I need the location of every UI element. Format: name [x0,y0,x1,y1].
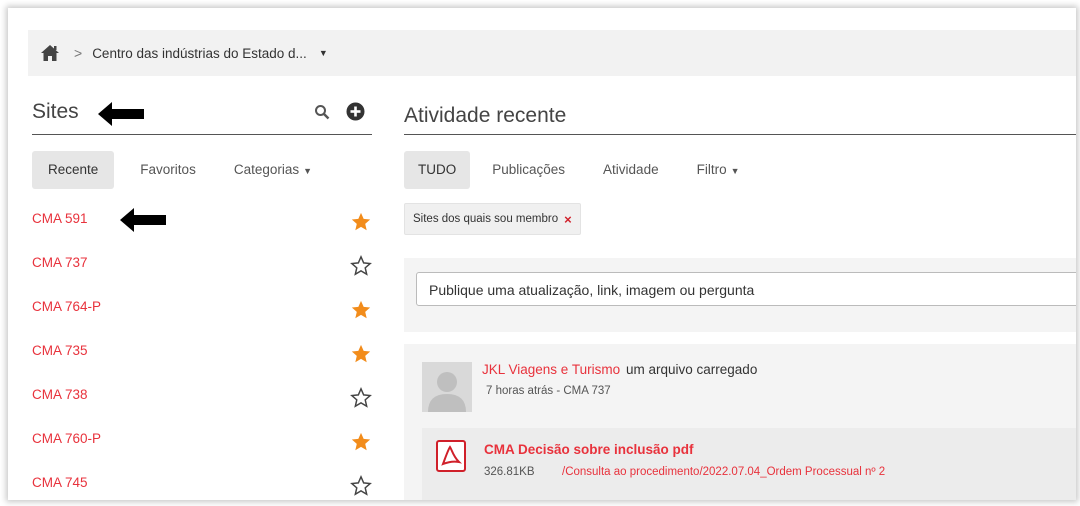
star-outline-icon[interactable] [350,255,372,277]
site-name-link[interactable]: CMA 738 [32,387,88,402]
actor-link[interactable]: JKL Viagens e Turismo [482,362,620,377]
close-icon[interactable]: × [564,212,572,227]
activity-panel: Atividade recente TUDO Publicações Ativi… [404,96,1076,500]
arrow-left-icon [98,102,144,126]
star-filled-icon[interactable] [350,343,372,365]
arrow-left-icon [120,208,166,232]
activity-header: Atividade recente [404,96,1076,135]
tab-recente[interactable]: Recente [32,151,115,189]
site-name-link[interactable]: CMA 737 [32,255,88,270]
site-name-link[interactable]: CMA 760-P [32,431,101,446]
tab-atividade[interactable]: Atividade [587,151,675,189]
star-outline-icon[interactable] [350,387,372,409]
star-filled-icon[interactable] [350,211,372,233]
breadcrumb-separator: > [74,45,83,61]
tab-tudo[interactable]: TUDO [404,151,471,189]
activity-tabs: TUDO Publicações Atividade Filtro ▼ [404,151,1076,189]
sites-panel: Sites Recente Favoritos Categorias ▼ CMA … [32,96,372,500]
filter-chip-label: Sites dos quais sou membro [413,213,559,225]
site-name-link[interactable]: CMA 764-P [32,299,101,314]
user-icon [428,372,466,412]
home-icon[interactable] [40,44,60,62]
breadcrumb: > Centro das indústrias do Estado d... ▼ [28,30,1076,76]
activity-feed-item: JKL Viagens e Turismo um arquivo carrega… [404,344,1076,500]
star-filled-icon[interactable] [350,431,372,453]
post-input[interactable]: Publique uma atualização, link, imagem o… [416,272,1076,306]
tab-filtro[interactable]: Filtro ▼ [681,151,756,189]
site-list: CMA 591 CMA 737 CMA 764-P CMA 735 CMA 738 CMA… [32,203,372,500]
site-list-item[interactable]: CMA 738 [32,379,372,423]
tab-publicacoes[interactable]: Publicações [476,151,581,189]
filter-chip[interactable]: Sites dos quais sou membro × [404,203,581,235]
site-list-item[interactable]: CMA 764-P [32,291,372,335]
meta-text: 7 horas atrás - CMA 737 [486,385,611,397]
file-size: 326.81KB [484,466,535,478]
site-list-item[interactable]: CMA 735 [32,335,372,379]
breadcrumb-site[interactable]: Centro das indústrias do Estado d... [92,46,307,61]
site-name-link[interactable]: CMA 745 [32,475,88,490]
tab-label: Categorias [233,162,300,177]
post-box: Publique uma atualização, link, imagem o… [404,258,1076,332]
star-outline-icon[interactable] [350,475,372,497]
site-list-item[interactable]: CMA 591 [32,203,372,247]
tab-label: Recente [48,162,99,177]
add-site-icon[interactable] [346,102,365,121]
site-list-item[interactable]: CMA 737 [32,247,372,291]
sites-title: Sites [32,100,79,123]
star-filled-icon[interactable] [350,299,372,321]
chevron-down-icon[interactable]: ▼ [319,48,328,58]
app-window: > Centro das indústrias do Estado d... ▼… [8,8,1076,500]
tab-label: Filtro [696,162,727,177]
tab-favoritos[interactable]: Favoritos [124,151,212,189]
avatar [422,362,472,412]
file-card[interactable]: CMA Decisão sobre inclusão pdf 326.81KB … [422,428,1076,500]
file-path[interactable]: /Consulta ao procedimento/2022.07.04_Ord… [562,466,885,478]
site-name-link[interactable]: CMA 591 [32,211,88,226]
file-title[interactable]: CMA Decisão sobre inclusão pdf [484,442,694,457]
site-name-link[interactable]: CMA 735 [32,343,88,358]
pdf-icon [436,440,466,472]
tab-label: TUDO [418,162,457,177]
site-list-item[interactable]: CMA 745 [32,467,372,500]
sites-header: Sites [32,96,372,135]
search-icon[interactable] [314,104,330,120]
tab-label: Publicações [492,162,566,177]
chevron-down-icon: ▼ [303,166,313,176]
chevron-down-icon: ▼ [730,166,740,176]
activity-title: Atividade recente [404,104,567,127]
tab-label: Favoritos [140,162,196,177]
tab-label: Atividade [603,162,659,177]
site-list-item[interactable]: CMA 760-P [32,423,372,467]
sites-tabs: Recente Favoritos Categorias ▼ [32,151,372,189]
tab-categorias[interactable]: Categorias ▼ [218,151,328,189]
action-text: um arquivo carregado [626,362,758,377]
